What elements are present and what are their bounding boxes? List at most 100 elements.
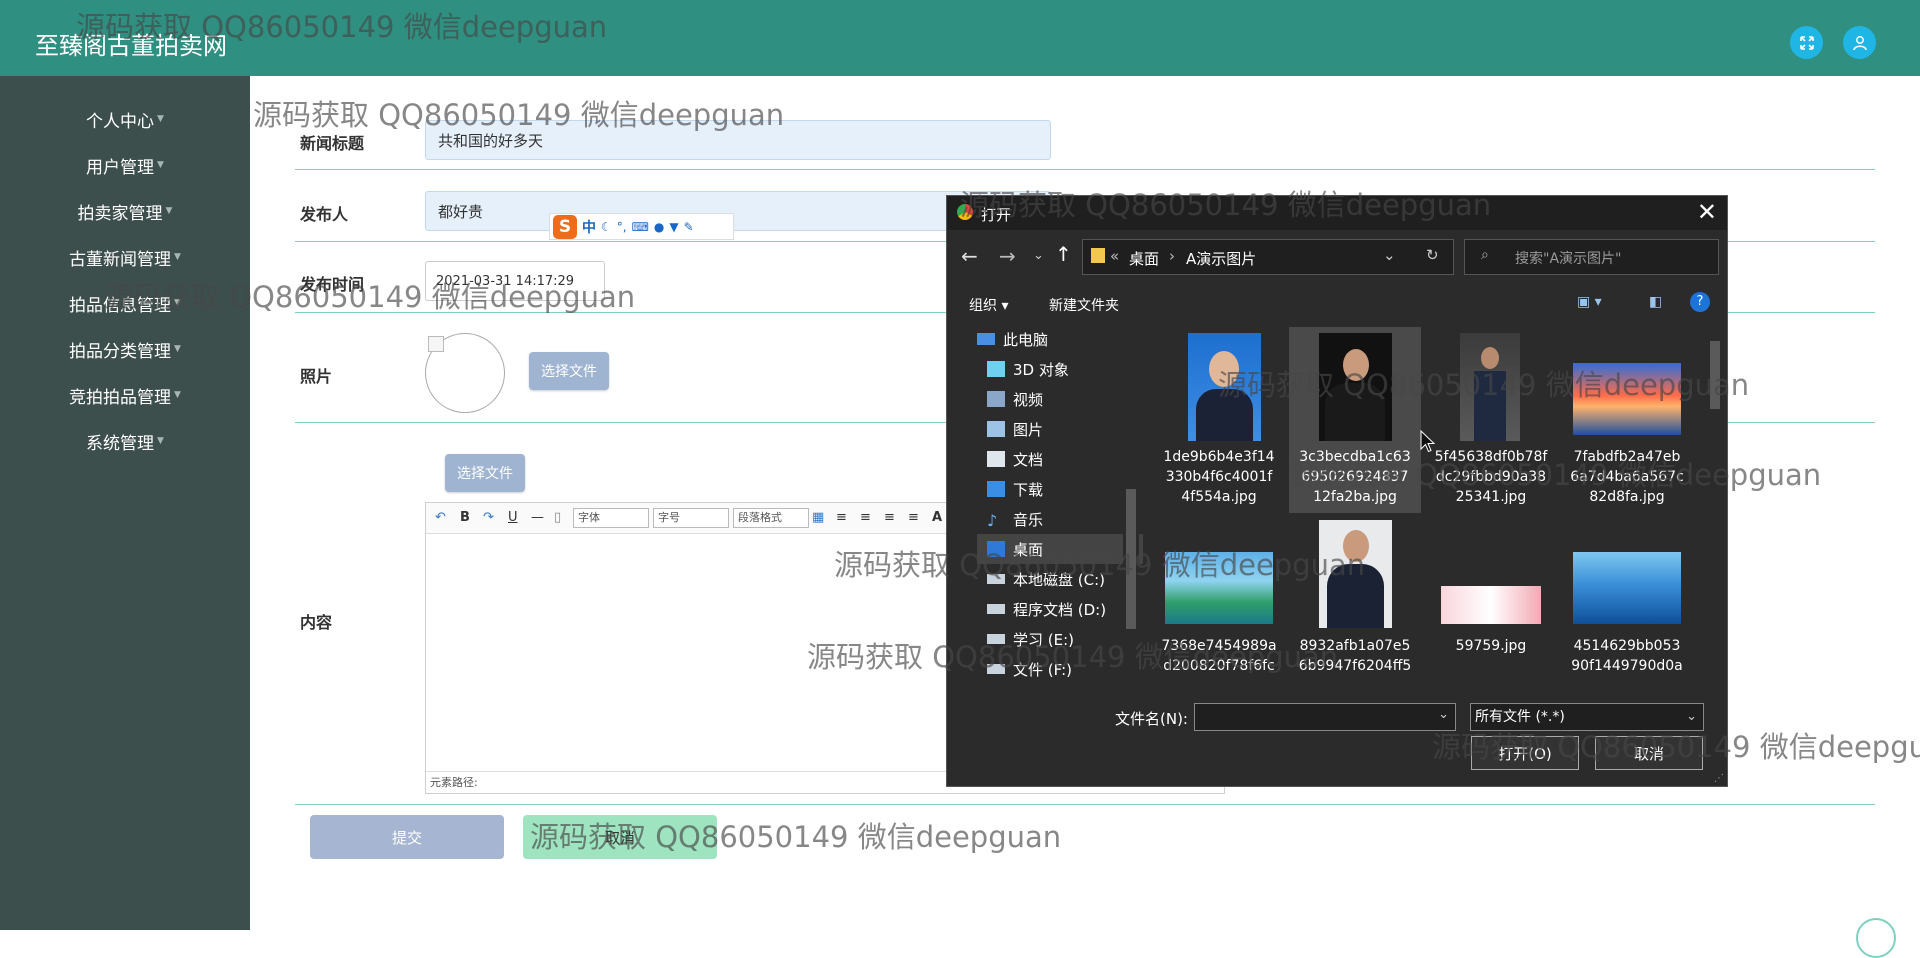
new-folder-button[interactable]: 新建文件夹 [1049,295,1119,315]
skin-icon[interactable]: ▼ [669,220,678,234]
sidebar-item-lot-info[interactable]: 拍品信息管理 ▼ [0,283,250,323]
redo-icon[interactable]: ↷ [483,510,494,525]
nav-item-drive-e[interactable]: 学习 (E:) [987,626,1074,652]
sidebar-item-auctioneers[interactable]: 拍卖家管理 ▼ [0,191,250,231]
recent-dropdown-icon[interactable]: ⌄ [1033,248,1044,263]
sidebar-item-label: 用户管理 [86,157,155,178]
file-item[interactable]: 1de9b6b4e3f14 330b4f6c4001f 4f554a.jpg [1153,327,1285,513]
fullscreen-button[interactable] [1790,26,1823,59]
up-icon[interactable]: ↑ [1055,242,1072,266]
align-center-icon[interactable]: ≡ [860,510,871,525]
news-title-input[interactable]: 共和国的好多天 [425,120,1051,160]
punctuation-icon[interactable]: °, [617,220,627,234]
sidebar-item-news[interactable]: 古董新闻管理 ▼ [0,237,250,277]
sidebar-item-lot-category[interactable]: 拍品分类管理 ▼ [0,329,250,369]
sidebar-item-label: 竞拍拍品管理 [69,387,172,408]
nav-scrollbar[interactable] [1123,323,1139,688]
table-icon[interactable]: ▦ [812,510,824,525]
submit-button[interactable]: 提交 [310,815,504,859]
chevron-down-icon[interactable]: ⌄ [1438,707,1449,722]
nav-item-3d[interactable]: 3D 对象 [987,356,1069,382]
chevron-down-icon: ▼ [174,252,181,262]
broken-image-icon [428,336,444,352]
file-thumbnail [1573,552,1681,624]
align-left-icon[interactable]: ≡ [836,510,847,525]
nav-item-drive-c[interactable]: 本地磁盘 (C:) [987,566,1105,592]
nav-item-pictures[interactable]: 图片 [987,416,1043,442]
user-button[interactable] [1843,26,1876,59]
paragraph-format-select[interactable]: 段落格式 [733,508,809,528]
moon-icon[interactable]: ☾ [601,220,612,234]
file-item[interactable]: 8932afb1a07e5 6b9947f6204ff5 [1289,516,1421,688]
scrollbar-thumb[interactable] [1710,341,1720,409]
person-icon[interactable]: ● [654,220,664,234]
cancel-button[interactable]: 取消 [523,815,717,859]
breadcrumb-folder[interactable]: A演示图片 [1186,248,1256,269]
sidebar-item-personal[interactable]: 个人中心 ▼ [0,99,250,139]
file-name: 4514629bb053 90f1449790d0a [1561,636,1693,676]
file-item-selected[interactable]: 3c3becdba1c63 695026924837 12fa2ba.jpg [1289,327,1421,513]
underline-icon[interactable]: U [508,510,518,525]
nav-item-drive-d[interactable]: 程序文档 (D:) [987,596,1106,622]
filename-input[interactable]: ⌄ [1194,703,1456,731]
sidebar-item-system[interactable]: 系统管理 ▼ [0,421,250,461]
video-icon [987,391,1005,407]
nav-item-drive-f[interactable]: 文件 (F:) [987,656,1072,682]
keyboard-icon[interactable]: ⌨ [632,220,649,234]
align-right-icon[interactable]: ≡ [884,510,895,525]
help-icon[interactable]: ? [1690,292,1710,312]
file-item[interactable]: 7368e7454989a d200820f78f6fc [1153,516,1285,688]
dialog-cancel-button[interactable]: 取消 [1595,736,1703,770]
search-box[interactable]: ⌕ 搜索"A演示图片" [1464,239,1719,275]
nav-item-this-pc[interactable]: 此电脑 [977,326,1048,352]
publish-time-input[interactable]: 2021-03-31 14:17:29 [425,261,605,301]
file-item[interactable]: 4514629bb053 90f1449790d0a [1561,516,1693,688]
horizontal-line-icon[interactable]: — [531,510,544,525]
file-item[interactable]: 5f45638df0b78f dc29fbbd90a38 25341.jpg [1425,327,1557,513]
bold-icon[interactable]: B [460,510,470,525]
refresh-icon[interactable]: ↻ [1426,246,1439,264]
photo-preview [425,333,505,413]
file-name-line: 82d8fa.jpg [1589,489,1665,505]
photo-choose-file-button[interactable]: 选择文件 [529,352,609,390]
open-button[interactable]: 打开(O) [1471,736,1579,770]
nav-item-documents[interactable]: 文档 [987,446,1043,472]
file-item[interactable]: 7fabdfb2a47eb 6a7d4ba6a567c 82d8fa.jpg [1561,327,1693,513]
organize-label: 组织 [969,298,997,314]
forward-icon[interactable]: → [999,244,1016,268]
close-icon[interactable]: ✕ [1697,198,1717,226]
page-icon[interactable]: ▯ [554,510,561,525]
nav-item-downloads[interactable]: 下载 [987,476,1043,502]
align-justify-icon[interactable]: ≡ [908,510,919,525]
font-size-select[interactable]: 字号 [653,508,729,528]
nav-item-video[interactable]: 视频 [987,386,1043,412]
back-icon[interactable]: ← [961,244,978,268]
sidebar-item-bidding[interactable]: 竞拍拍品管理 ▼ [0,375,250,415]
nav-item-desktop[interactable]: 桌面 [977,534,1143,564]
preview-pane-icon[interactable]: ◧ [1649,294,1662,310]
scrollbar-thumb[interactable] [1126,489,1136,629]
font-color-icon[interactable]: A [932,510,942,525]
sidebar-item-users[interactable]: 用户管理 ▼ [0,145,250,185]
nav-item-label: 图片 [1013,420,1044,439]
ime-mode[interactable]: 中 [582,217,596,237]
wrench-icon[interactable]: ✎ [684,220,694,234]
font-family-select[interactable]: 字体 [573,508,649,528]
address-bar[interactable]: « 桌面 › A演示图片 ⌄ ↻ [1082,239,1454,275]
file-name-line: 90f1449790d0a [1571,658,1683,674]
organize-menu[interactable]: 组织 ▾ [969,295,1008,315]
nav-item-music[interactable]: ♪ 音乐 [987,506,1043,532]
view-options-icon[interactable]: ▣ ▾ [1577,294,1602,310]
file-grid-scrollbar[interactable] [1707,323,1723,688]
file-name-line: 6a7d4ba6a567c [1570,469,1684,485]
nav-item-label: 音乐 [1013,510,1044,529]
chevron-down-icon[interactable]: ⌄ [1383,246,1396,264]
file-type-select[interactable]: 所有文件 (*.*) ⌄ [1470,703,1704,731]
back-to-top-button[interactable] [1856,918,1896,958]
undo-icon[interactable]: ↶ [435,510,446,525]
breadcrumb-desktop[interactable]: 桌面 [1129,248,1159,269]
content-choose-file-button[interactable]: 选择文件 [445,454,525,492]
file-name-line: 5f45638df0b78f [1434,449,1548,465]
resize-grip-icon[interactable]: ⋰ [1714,773,1724,784]
file-item[interactable]: 59759.jpg [1425,516,1557,688]
